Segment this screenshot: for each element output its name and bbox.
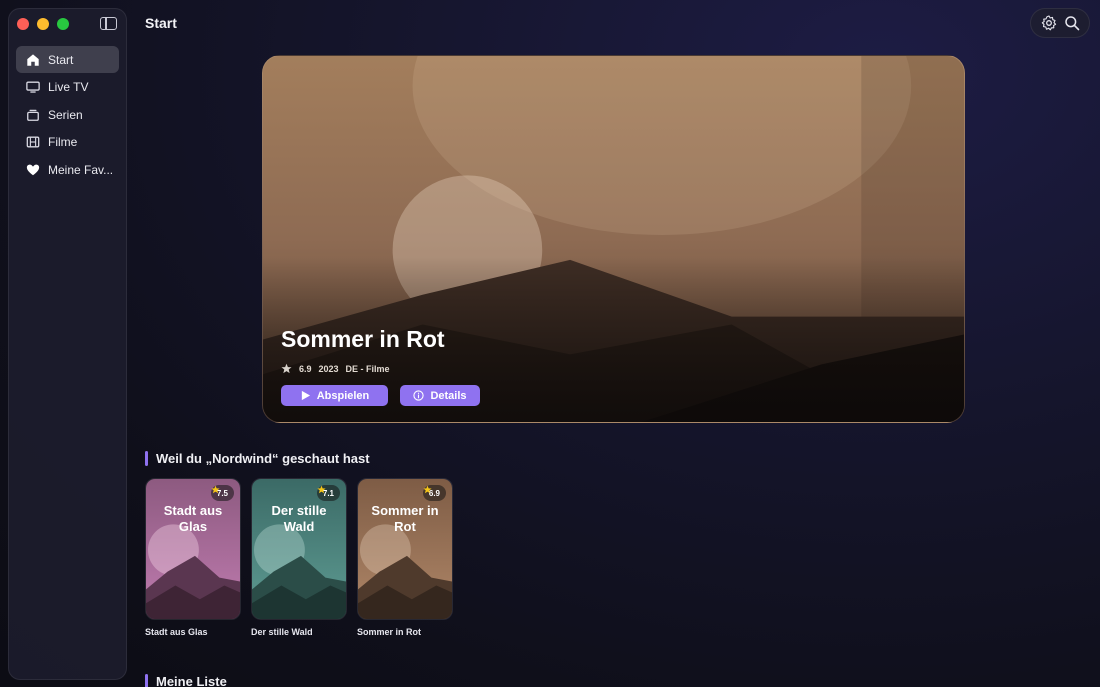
hero-rating: 6.9 (299, 363, 312, 374)
sidebar-toggle-icon[interactable] (100, 17, 117, 30)
rating-badge: 7.5 (210, 485, 234, 501)
toolbar-actions (1030, 8, 1090, 38)
movie-poster[interactable]: 6.9 Sommer in Rot (357, 478, 453, 620)
page-title: Start (145, 15, 177, 31)
poster-title: Sommer in Rot (371, 503, 439, 534)
heart-icon (26, 163, 40, 177)
stack-icon (26, 108, 40, 122)
details-button-label: Details (430, 389, 467, 402)
sidebar-item-label: Meine Fav... (48, 162, 114, 177)
star-icon (211, 485, 220, 494)
section-title-text: Meine Liste (156, 674, 227, 687)
maximize-window-button[interactable] (57, 18, 69, 30)
poster-title: Der stille Wald (271, 503, 327, 534)
poster-title: Stadt aus Glas (163, 503, 223, 534)
search-icon[interactable] (1063, 14, 1081, 32)
hero-year: 2023 (318, 363, 339, 374)
section-title-text: Weil du „Nordwind“ geschaut hast (156, 451, 370, 466)
movie-card[interactable]: 7.1 Der stille Wald Der stille Wald (251, 478, 347, 637)
hero-category: DE - Filme (345, 363, 390, 374)
rating-badge: 6.9 (422, 485, 446, 501)
play-button-label: Abspielen (316, 389, 370, 402)
home-icon (26, 53, 40, 67)
sidebar-item-serien[interactable]: Serien (16, 101, 119, 128)
sidebar-item-label: Filme (48, 135, 78, 149)
tv-icon (26, 80, 40, 94)
sidebar: Start Live TV Serien Filme Meine Fav... (8, 8, 127, 680)
film-icon (26, 135, 40, 149)
window-controls (17, 18, 69, 30)
rating-badge: 7.1 (316, 485, 340, 501)
section-title-my-list: Meine Liste (145, 674, 227, 687)
card-caption: Stadt aus Glas (145, 627, 208, 637)
sidebar-item-label: Live TV (48, 80, 89, 94)
recommendation-row: 7.5 Stadt aus Glas Stadt aus Glas 7.1 De… (145, 478, 453, 637)
star-icon (423, 485, 432, 494)
section-accent-bar (145, 674, 148, 687)
sidebar-item-label: Start (48, 52, 74, 67)
minimize-window-button[interactable] (37, 18, 49, 30)
hero-title: Sommer in Rot (281, 326, 445, 352)
hero-banner[interactable]: Sommer in Rot 6.9 2023 DE - Filme Abspie… (262, 55, 965, 423)
sidebar-item-live-tv[interactable]: Live TV (16, 74, 119, 101)
movie-poster[interactable]: 7.5 Stadt aus Glas (145, 478, 241, 620)
sidebar-nav: Start Live TV Serien Filme Meine Fav... (16, 46, 119, 184)
card-caption: Der stille Wald (251, 627, 313, 637)
movie-card[interactable]: 7.5 Stadt aus Glas Stadt aus Glas (145, 478, 241, 637)
sidebar-item-favorites[interactable]: Meine Fav... (16, 156, 119, 183)
sidebar-item-start[interactable]: Start (16, 46, 119, 73)
movie-poster[interactable]: 7.1 Der stille Wald (251, 478, 347, 620)
star-icon (281, 363, 292, 374)
close-window-button[interactable] (17, 18, 29, 30)
hero-actions: Abspielen Details (281, 385, 480, 406)
section-accent-bar (145, 451, 148, 466)
app-window: Start Live TV Serien Filme Meine Fav... … (0, 0, 1100, 687)
star-icon (317, 485, 326, 494)
play-icon (301, 390, 310, 401)
details-button[interactable]: Details (400, 385, 480, 406)
info-icon (413, 390, 425, 401)
play-button[interactable]: Abspielen (281, 385, 388, 406)
movie-card[interactable]: 6.9 Sommer in Rot Sommer in Rot (357, 478, 453, 637)
sidebar-item-filme[interactable]: Filme (16, 129, 119, 156)
section-title-recommendations: Weil du „Nordwind“ geschaut hast (145, 451, 370, 466)
card-caption: Sommer in Rot (357, 627, 422, 637)
sidebar-item-label: Serien (48, 107, 83, 122)
hero-meta: 6.9 2023 DE - Filme (281, 363, 390, 374)
gear-icon[interactable] (1040, 14, 1058, 32)
